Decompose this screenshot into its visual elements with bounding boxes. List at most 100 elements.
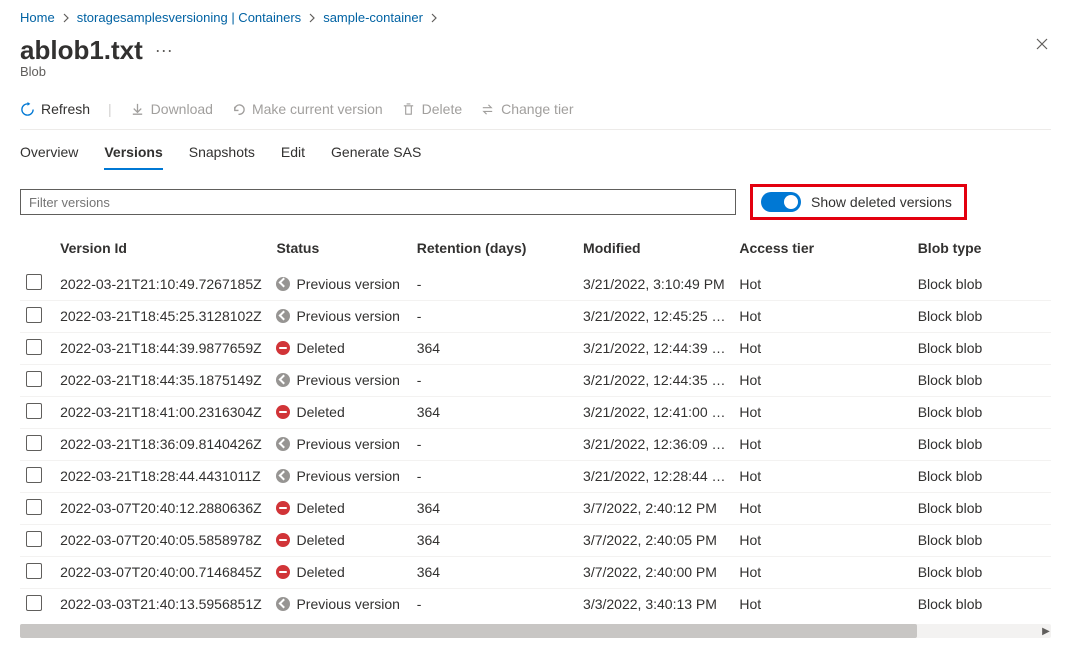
trash-icon [401, 102, 416, 117]
tabs: Overview Versions Snapshots Edit Generat… [20, 130, 1051, 170]
cell-status: Previous version [276, 596, 404, 612]
previous-version-icon [276, 309, 290, 323]
row-checkbox[interactable] [26, 403, 42, 419]
chevron-right-icon [61, 13, 71, 23]
tab-edit[interactable]: Edit [281, 144, 305, 170]
tab-overview[interactable]: Overview [20, 144, 78, 170]
cell-modified: 3/21/2022, 12:41:00 PM [577, 396, 733, 428]
status-label: Previous version [296, 276, 400, 292]
previous-version-icon [276, 469, 290, 483]
more-icon[interactable]: ··· [155, 35, 173, 65]
table-row[interactable]: 2022-03-21T18:41:00.2316304ZDeleted3643/… [20, 396, 1051, 428]
table-row[interactable]: 2022-03-21T18:44:39.9877659ZDeleted3643/… [20, 332, 1051, 364]
row-checkbox[interactable] [26, 467, 42, 483]
breadcrumb-container[interactable]: sample-container [323, 10, 423, 25]
tab-generate-sas[interactable]: Generate SAS [331, 144, 421, 170]
breadcrumb-home[interactable]: Home [20, 10, 55, 25]
make-current-label: Make current version [252, 101, 383, 117]
delete-label: Delete [422, 101, 462, 117]
table-row[interactable]: 2022-03-21T18:28:44.4431011ZPrevious ver… [20, 460, 1051, 492]
status-label: Previous version [296, 436, 400, 452]
row-checkbox[interactable] [26, 435, 42, 451]
cell-status: Deleted [276, 532, 404, 548]
close-button[interactable] [1033, 35, 1051, 56]
cell-retention: - [411, 364, 577, 396]
cell-status: Previous version [276, 436, 404, 452]
col-blob-type[interactable]: Blob type [912, 228, 1051, 268]
filter-versions-input[interactable] [20, 189, 736, 215]
change-tier-label: Change tier [501, 101, 573, 117]
deleted-icon [276, 341, 290, 355]
download-label: Download [151, 101, 213, 117]
row-checkbox[interactable] [26, 307, 42, 323]
cell-blob-type: Block blob [912, 396, 1051, 428]
cell-access-tier: Hot [733, 332, 911, 364]
row-checkbox[interactable] [26, 595, 42, 611]
show-deleted-toggle[interactable] [761, 192, 801, 212]
chevron-right-icon [307, 13, 317, 23]
cell-access-tier: Hot [733, 364, 911, 396]
status-label: Deleted [296, 532, 344, 548]
cell-retention: - [411, 268, 577, 300]
tab-versions[interactable]: Versions [104, 144, 162, 170]
scroll-right-icon[interactable]: ▶ [1039, 624, 1051, 638]
table-row[interactable]: 2022-03-21T18:45:25.3128102ZPrevious ver… [20, 300, 1051, 332]
undo-icon [231, 102, 246, 117]
previous-version-icon [276, 277, 290, 291]
change-tier-button: Change tier [480, 101, 573, 117]
table-row[interactable]: 2022-03-03T21:40:13.5956851ZPrevious ver… [20, 588, 1051, 620]
table-row[interactable]: 2022-03-07T20:40:12.2880636ZDeleted3643/… [20, 492, 1051, 524]
col-status[interactable]: Status [270, 228, 410, 268]
download-icon [130, 102, 145, 117]
table-row[interactable]: 2022-03-21T18:36:09.8140426ZPrevious ver… [20, 428, 1051, 460]
row-checkbox[interactable] [26, 339, 42, 355]
row-checkbox[interactable] [26, 274, 42, 290]
col-retention[interactable]: Retention (days) [411, 228, 577, 268]
row-checkbox[interactable] [26, 531, 42, 547]
cell-blob-type: Block blob [912, 268, 1051, 300]
cell-status: Deleted [276, 340, 404, 356]
col-access-tier[interactable]: Access tier [733, 228, 911, 268]
table-row[interactable]: 2022-03-21T18:44:35.1875149ZPrevious ver… [20, 364, 1051, 396]
cell-blob-type: Block blob [912, 524, 1051, 556]
previous-version-icon [276, 373, 290, 387]
cell-access-tier: Hot [733, 460, 911, 492]
cell-modified: 3/21/2022, 12:45:25 PM [577, 300, 733, 332]
refresh-button[interactable]: Refresh [20, 101, 90, 117]
table-row[interactable]: 2022-03-21T21:10:49.7267185ZPrevious ver… [20, 268, 1051, 300]
table-row[interactable]: 2022-03-07T20:40:00.7146845ZDeleted3643/… [20, 556, 1051, 588]
cell-modified: 3/21/2022, 12:44:35 PM [577, 364, 733, 396]
cell-retention: - [411, 460, 577, 492]
breadcrumb-storage[interactable]: storagesamplesversioning | Containers [77, 10, 302, 25]
cell-access-tier: Hot [733, 300, 911, 332]
tab-snapshots[interactable]: Snapshots [189, 144, 255, 170]
status-label: Previous version [296, 468, 400, 484]
cell-version-id: 2022-03-21T18:44:39.9877659Z [54, 332, 270, 364]
horizontal-scrollbar[interactable]: ◀ ▶ [20, 624, 1051, 638]
table-row[interactable]: 2022-03-07T20:40:05.5858978ZDeleted3643/… [20, 524, 1051, 556]
status-label: Deleted [296, 564, 344, 580]
cell-modified: 3/7/2022, 2:40:00 PM [577, 556, 733, 588]
col-modified[interactable]: Modified [577, 228, 733, 268]
cell-access-tier: Hot [733, 268, 911, 300]
cell-blob-type: Block blob [912, 588, 1051, 620]
col-version-id[interactable]: Version Id [54, 228, 270, 268]
row-checkbox[interactable] [26, 499, 42, 515]
status-label: Deleted [296, 500, 344, 516]
cell-version-id: 2022-03-07T20:40:12.2880636Z [54, 492, 270, 524]
cell-blob-type: Block blob [912, 300, 1051, 332]
cell-modified: 3/3/2022, 3:40:13 PM [577, 588, 733, 620]
cell-retention: - [411, 428, 577, 460]
row-checkbox[interactable] [26, 563, 42, 579]
show-deleted-label: Show deleted versions [811, 194, 952, 210]
cell-version-id: 2022-03-07T20:40:00.7146845Z [54, 556, 270, 588]
row-checkbox[interactable] [26, 371, 42, 387]
cell-status: Previous version [276, 468, 404, 484]
page-subtitle: Blob [20, 64, 1051, 79]
cell-blob-type: Block blob [912, 556, 1051, 588]
cell-retention: 364 [411, 332, 577, 364]
cell-retention: 364 [411, 524, 577, 556]
cell-access-tier: Hot [733, 524, 911, 556]
cell-modified: 3/7/2022, 2:40:12 PM [577, 492, 733, 524]
scrollbar-thumb[interactable] [20, 624, 917, 638]
